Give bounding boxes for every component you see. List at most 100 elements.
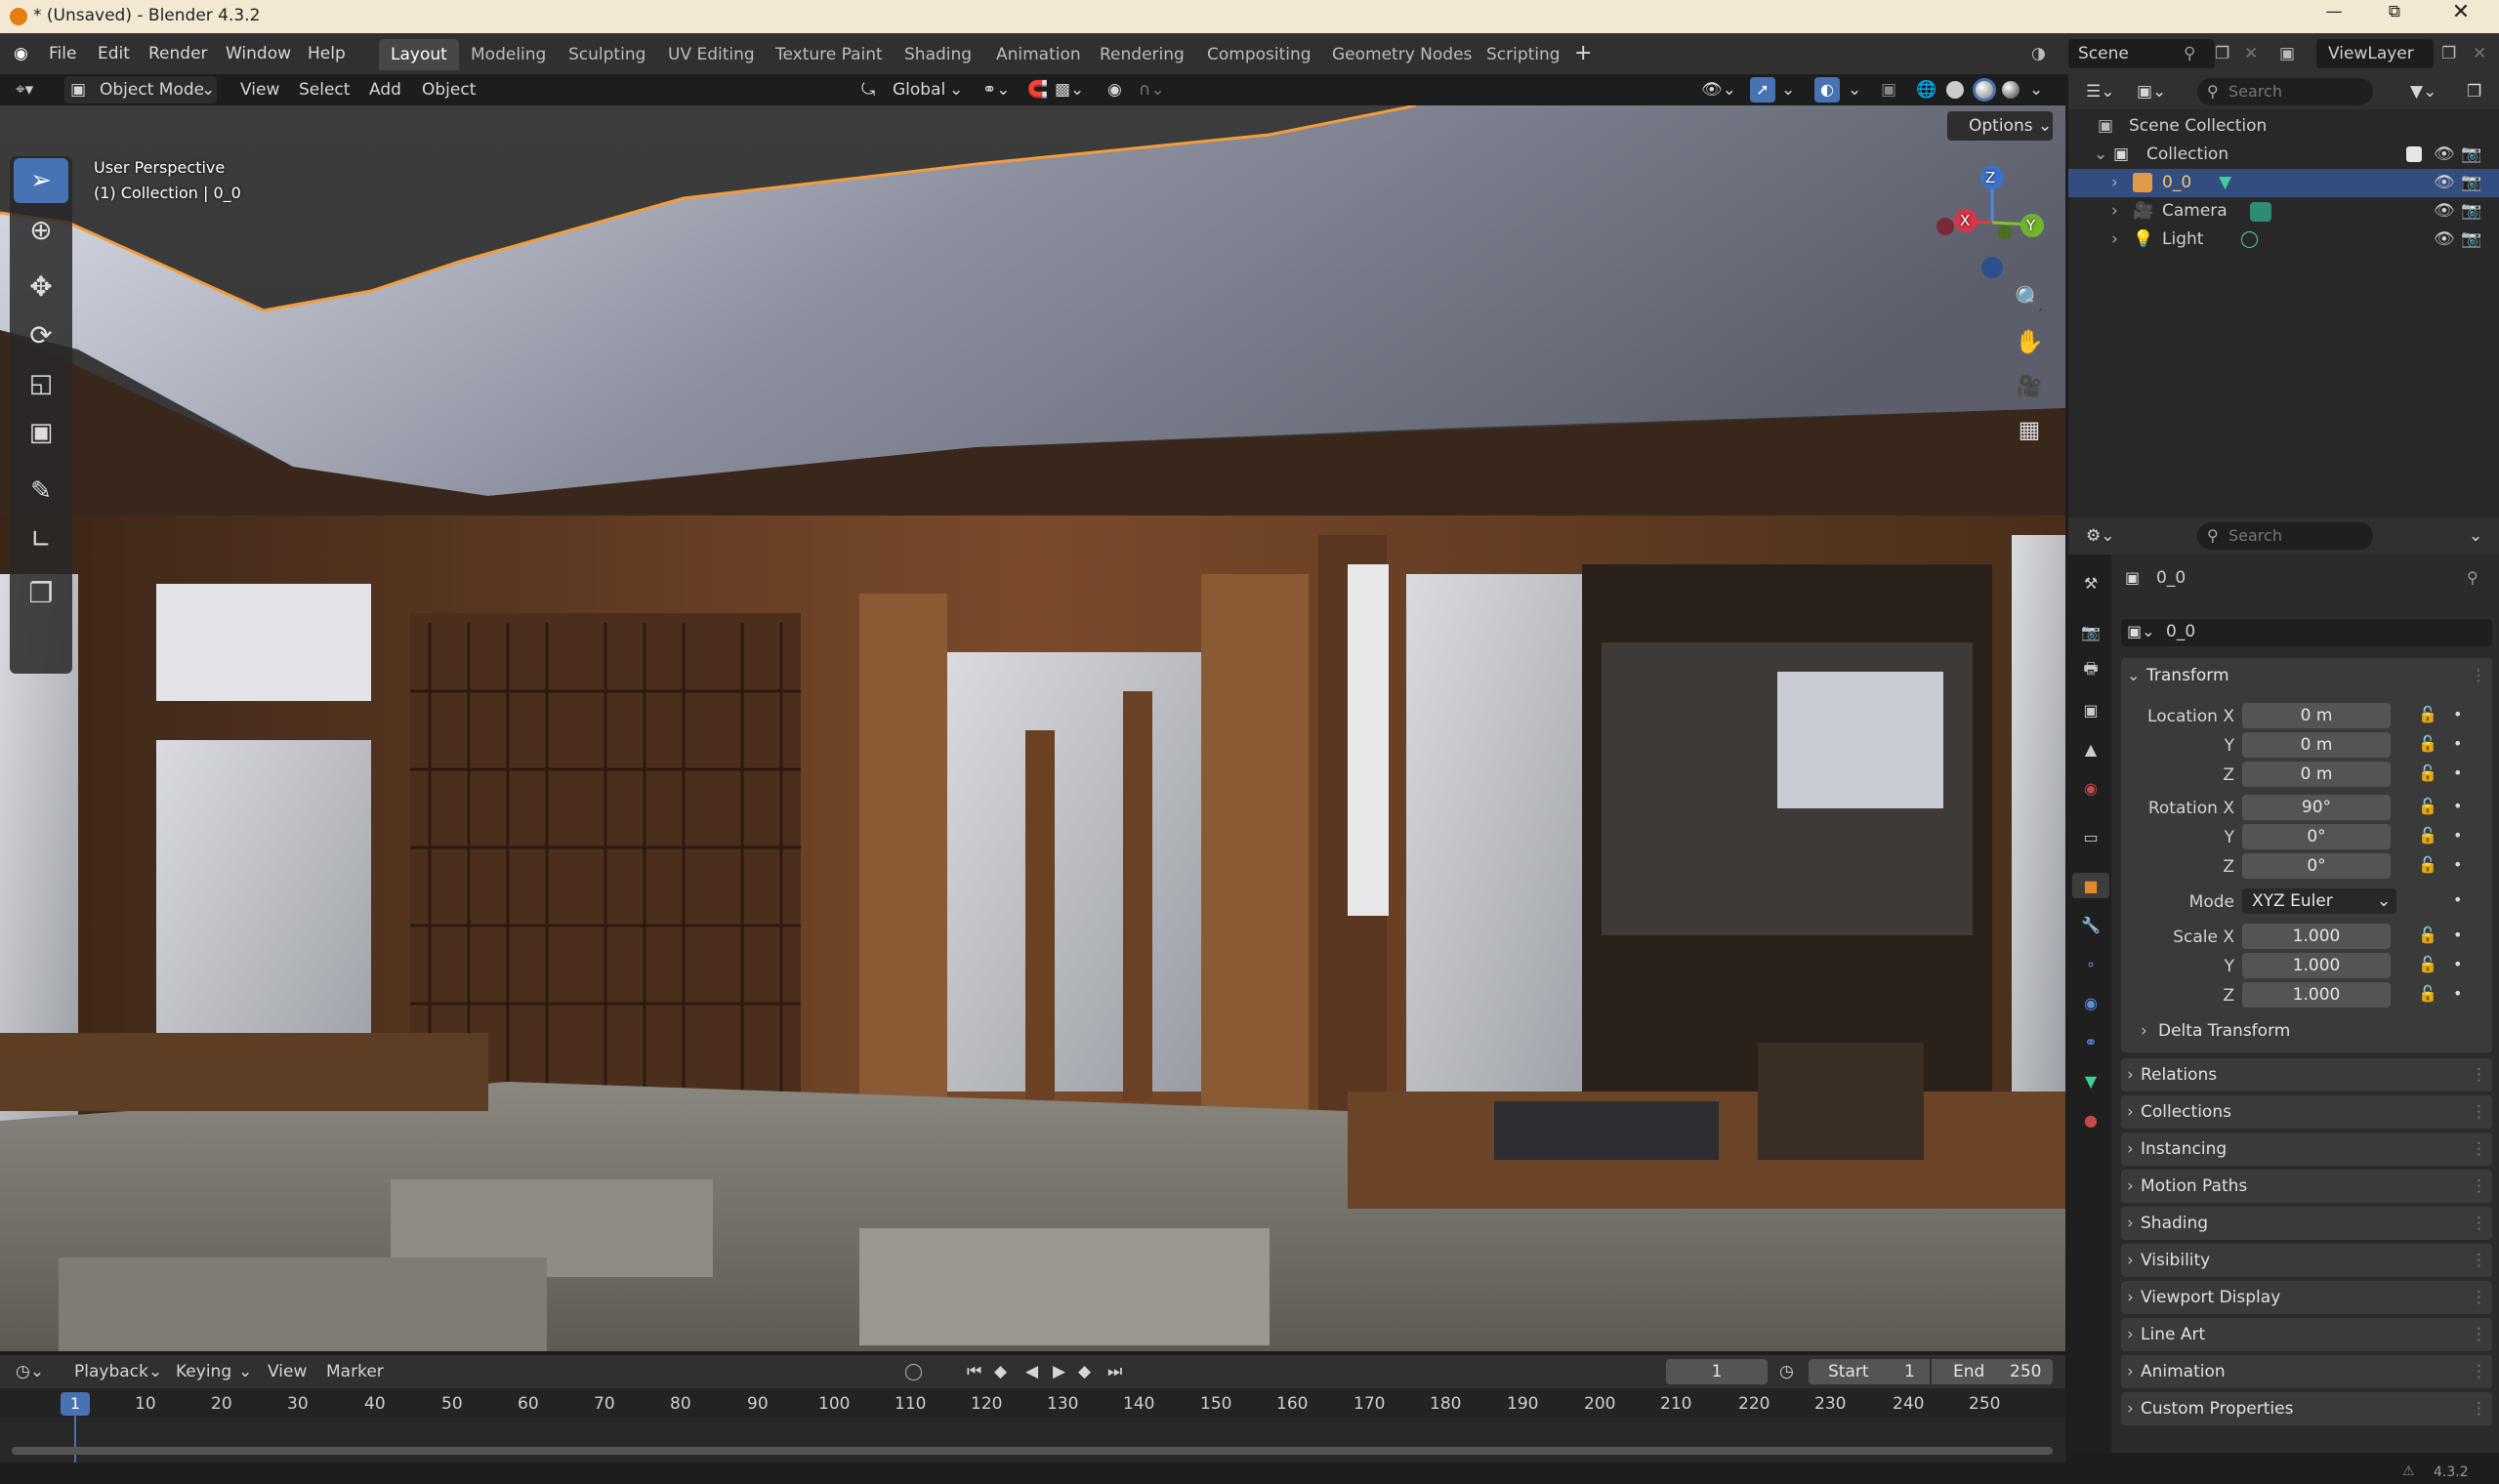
menu-render[interactable]: Render xyxy=(148,33,208,74)
new-view-layer-icon[interactable]: ❐ xyxy=(2441,33,2456,74)
drag-handle-icon[interactable]: ⋮ xyxy=(2471,1058,2487,1092)
menu-window[interactable]: Window xyxy=(226,33,291,74)
tab-particles[interactable]: ∘ xyxy=(2078,951,2103,976)
keyframe-dot-icon[interactable]: • xyxy=(2453,705,2462,723)
options-dropdown[interactable]: Options ⌄ xyxy=(1947,111,2053,141)
timeline-scrollbar[interactable] xyxy=(12,1447,2053,1455)
zoom-button[interactable]: 🔍 xyxy=(2012,281,2047,316)
delete-view-layer-icon[interactable]: ✕ xyxy=(2473,33,2486,74)
keyframe-dot-icon[interactable]: • xyxy=(2453,763,2462,782)
rotation-y-field[interactable]: 0° xyxy=(2242,824,2391,849)
camera-render-icon[interactable]: 📷 xyxy=(2461,141,2481,169)
datablock-field[interactable]: ▣⌄ 0_0 xyxy=(2121,619,2492,646)
tab-compositing[interactable]: Compositing xyxy=(1195,39,1323,70)
add-workspace-button[interactable]: + xyxy=(1574,33,1592,74)
tab-output[interactable]: 🖶 xyxy=(2078,658,2103,683)
lock-icon[interactable]: 🔓 xyxy=(2418,705,2437,723)
scale-tool[interactable]: ◱ xyxy=(14,361,68,406)
tab-collection[interactable]: ▭ xyxy=(2078,824,2103,849)
location-y-field[interactable]: 0 m xyxy=(2242,732,2391,758)
outliner-item-camera[interactable]: › 🎥 Camera 👁 📷 xyxy=(2068,197,2499,226)
material-shading-icon[interactable] xyxy=(1973,78,1996,102)
restore-button[interactable]: ⧉ xyxy=(2375,2,2414,31)
keyframe-dot-icon[interactable]: • xyxy=(2453,855,2462,874)
scale-y-field[interactable]: 1.000 xyxy=(2242,953,2391,978)
section-collections[interactable]: › Collections ⋮ xyxy=(2121,1095,2492,1129)
close-button[interactable]: ✕ xyxy=(2441,0,2480,29)
viewport-menu-add[interactable]: Add xyxy=(369,74,401,105)
eye-icon[interactable]: 👁 xyxy=(2434,197,2455,226)
drag-handle-icon[interactable]: ⋮ xyxy=(2471,1095,2487,1129)
section-instancing[interactable]: › Instancing ⋮ xyxy=(2121,1133,2492,1166)
proportional-edit-icon[interactable]: ◉ xyxy=(1107,74,1122,105)
jump-start-icon[interactable]: ⏮ xyxy=(967,1356,981,1387)
play-icon[interactable]: ▶ xyxy=(1053,1356,1065,1387)
drag-handle-icon[interactable]: ⋮ xyxy=(2471,1392,2487,1425)
section-motion-paths[interactable]: › Motion Paths ⋮ xyxy=(2121,1170,2492,1203)
lock-icon[interactable]: 🔓 xyxy=(2418,797,2437,815)
start-frame-field[interactable]: Start 1 xyxy=(1809,1359,1930,1384)
solid-shading-icon[interactable] xyxy=(1946,81,1964,99)
section-relations[interactable]: › Relations ⋮ xyxy=(2121,1058,2492,1092)
camera-view-button[interactable]: 🎥 xyxy=(2012,369,2047,404)
playhead-marker[interactable]: 1 xyxy=(61,1392,90,1416)
rotate-tool[interactable]: ⟳ xyxy=(14,312,68,357)
outliner-search-input[interactable]: ⚲ Search xyxy=(2197,78,2373,105)
scene-type-icon[interactable]: ◑ xyxy=(2031,33,2046,74)
snap-target-icon[interactable]: ▩⌄ xyxy=(1055,74,1084,105)
menu-edit[interactable]: Edit xyxy=(98,33,130,74)
snap-icon[interactable]: 🧲 xyxy=(1027,74,1048,105)
keyframe-dot-icon[interactable]: • xyxy=(2453,734,2462,753)
location-z-field[interactable]: 0 m xyxy=(2242,762,2391,787)
drag-handle-icon[interactable]: ⋮ xyxy=(2471,1318,2487,1351)
tab-physics[interactable]: ◉ xyxy=(2078,990,2103,1015)
current-frame-field[interactable]: 1 xyxy=(1666,1359,1768,1384)
tab-shading[interactable]: Shading xyxy=(893,39,983,70)
tab-texture-paint[interactable]: Texture Paint xyxy=(764,39,895,70)
chevron-down-icon[interactable]: ⌄ xyxy=(2029,74,2043,105)
viewport-menu-object[interactable]: Object xyxy=(422,74,476,105)
wireframe-shading-icon[interactable]: 🌐 xyxy=(1916,74,1937,105)
prev-keyframe-icon[interactable]: ◆ xyxy=(994,1356,1007,1387)
location-x-field[interactable]: 0 m xyxy=(2242,703,2391,728)
section-visibility[interactable]: › Visibility ⋮ xyxy=(2121,1244,2492,1277)
timeline-menu-keying[interactable]: Keying xyxy=(176,1356,231,1387)
pivot-point-icon[interactable]: ⚭⌄ xyxy=(982,74,1011,105)
section-animation[interactable]: › Animation ⋮ xyxy=(2121,1355,2492,1388)
blender-menu-icon[interactable]: ◉ xyxy=(14,33,28,74)
lock-icon[interactable]: 🔓 xyxy=(2418,984,2437,1003)
chevron-right-icon[interactable]: › xyxy=(2111,226,2118,254)
new-collection-icon[interactable]: ❐ xyxy=(2467,76,2481,107)
outliner-collection[interactable]: ⌄ ▣ Collection 👁 📷 xyxy=(2068,141,2499,169)
select-box-tool[interactable]: ➢ xyxy=(14,158,68,203)
editor-type-icon[interactable]: ⌖▾ xyxy=(16,74,33,105)
section-custom-properties[interactable]: › Custom Properties ⋮ xyxy=(2121,1392,2492,1425)
rotation-z-field[interactable]: 0° xyxy=(2242,853,2391,879)
keyframe-dot-icon[interactable]: • xyxy=(2453,797,2462,815)
object-data-selector-icon[interactable]: ▣⌄ xyxy=(2127,622,2155,640)
keyframe-dot-icon[interactable]: • xyxy=(2453,955,2462,973)
delta-transform-subpanel[interactable]: › Delta Transform xyxy=(2139,1017,2484,1045)
lock-icon[interactable]: 🔓 xyxy=(2418,855,2437,874)
eye-icon[interactable]: 👁 xyxy=(2434,141,2455,169)
tab-modeling[interactable]: Modeling xyxy=(459,39,558,70)
drag-handle-icon[interactable]: ⋮ xyxy=(2471,1355,2487,1388)
drag-handle-icon[interactable]: ⋮ xyxy=(2471,1170,2487,1203)
tab-uv-editing[interactable]: UV Editing xyxy=(656,39,767,70)
timeline-menu-marker[interactable]: Marker xyxy=(326,1356,384,1387)
outliner-scene-collection[interactable]: ▣ Scene Collection xyxy=(2068,112,2499,141)
tab-rendering[interactable]: Rendering xyxy=(1088,39,1196,70)
3d-viewport[interactable]: User Perspective (1) Collection | 0_0 ➢ … xyxy=(0,105,2065,1351)
lock-icon[interactable]: 🔓 xyxy=(2418,826,2437,845)
timeline-editor-icon[interactable]: ◷⌄ xyxy=(16,1356,44,1387)
new-scene-icon[interactable]: ❐ xyxy=(2215,33,2229,74)
tab-scene[interactable]: ▲ xyxy=(2078,736,2103,762)
play-reverse-icon[interactable]: ◀ xyxy=(1025,1356,1038,1387)
tab-scripting[interactable]: Scripting xyxy=(1475,39,1572,70)
tab-animation[interactable]: Animation xyxy=(984,39,1093,70)
drag-handle-icon[interactable]: ⋮ xyxy=(2471,1244,2487,1277)
end-frame-field[interactable]: End 250 xyxy=(1932,1359,2053,1384)
tab-object[interactable]: ■ xyxy=(2072,873,2109,898)
chevron-down-icon[interactable]: ⌄ xyxy=(2127,666,2140,684)
falloff-icon[interactable]: ∩⌄ xyxy=(1139,74,1165,105)
